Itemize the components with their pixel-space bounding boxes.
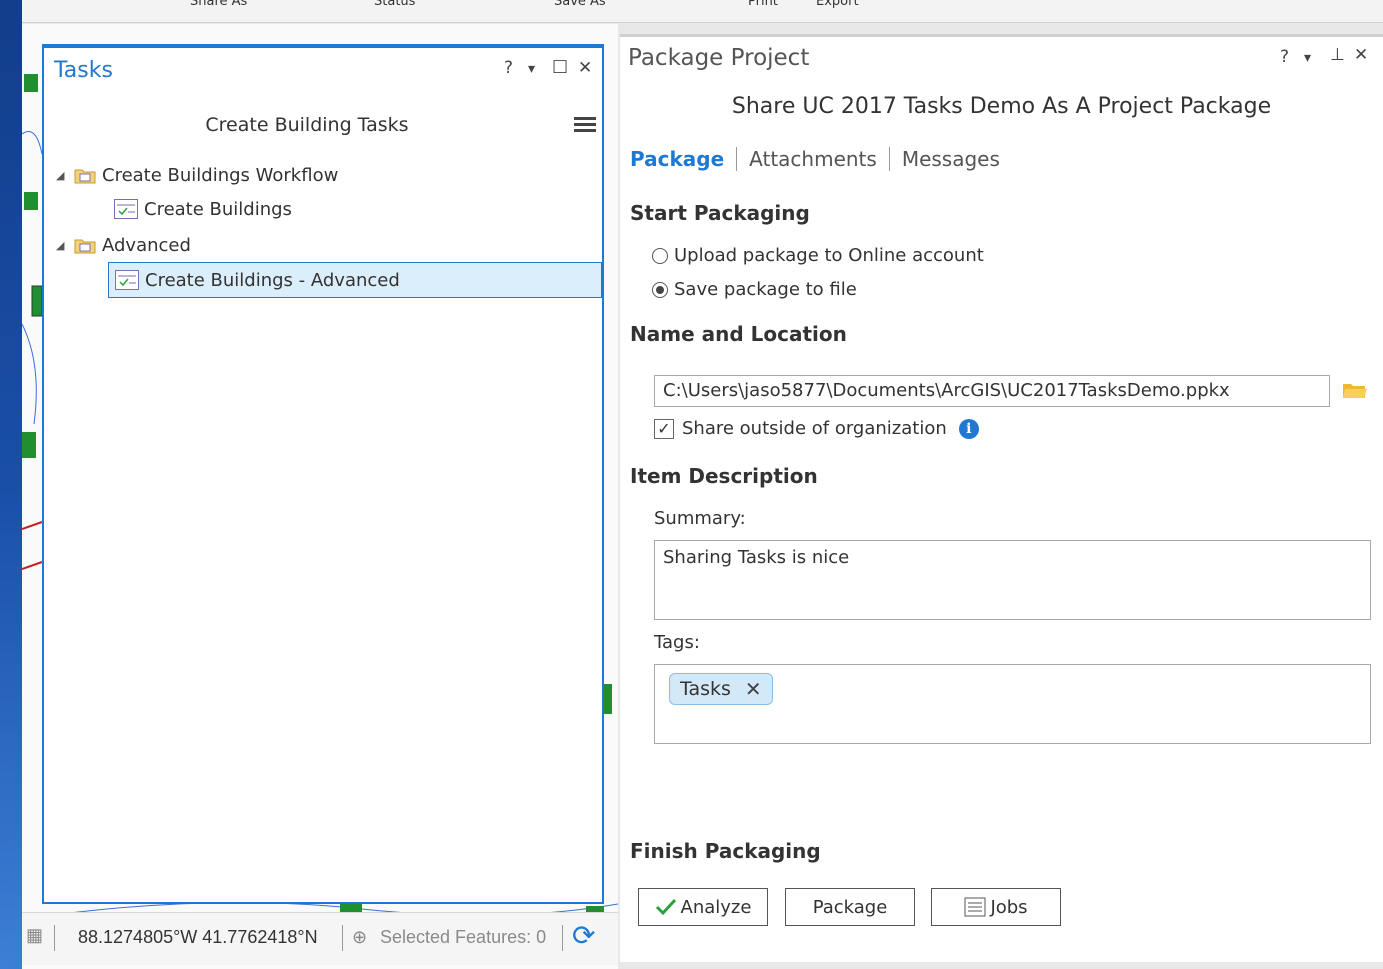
upload-online-option[interactable]: Upload package to Online account [652, 245, 984, 266]
remove-tag-icon[interactable]: ✕ [745, 677, 762, 701]
tags-label: Tags: [654, 632, 700, 653]
save-to-file-option[interactable]: Save package to file [652, 279, 857, 300]
ribbon-print[interactable]: Print [748, 0, 778, 9]
tasks-menu-icon[interactable] [574, 114, 596, 136]
tasks-pane: Tasks ? ▾ □ ✕ Create Building Tasks ◢ Cr… [42, 44, 604, 904]
ribbon-share-as[interactable]: Share As [190, 0, 247, 9]
share-outside-organization[interactable]: ✓ Share outside of organization i [654, 418, 979, 439]
grid-icon[interactable]: ▦ [26, 925, 43, 946]
list-icon [964, 897, 986, 917]
package-subtitle: Share UC 2017 Tasks Demo As A Project Pa… [731, 94, 1272, 119]
summary-textarea[interactable]: Sharing Tasks is nice [654, 540, 1371, 620]
tab-divider [888, 147, 890, 171]
arcgis-pro-window: Share As Status Save As Print Export Tas… [22, 0, 1383, 969]
name-location-heading: Name and Location [630, 322, 847, 346]
checkmark-icon [655, 898, 676, 916]
button-label: Jobs [990, 896, 1028, 918]
jobs-button[interactable]: Jobs [931, 888, 1061, 926]
tasks-pane-title: Tasks [54, 58, 113, 83]
tree-group-create-buildings-workflow[interactable]: ◢ Create Buildings Workflow [56, 160, 338, 190]
analyze-button[interactable]: Analyze [638, 888, 768, 926]
divider [54, 925, 55, 951]
tags-input[interactable]: Tasks ✕ [654, 664, 1371, 744]
package-options-icon[interactable]: ▾ [1304, 50, 1311, 66]
radio-button[interactable] [652, 281, 668, 298]
package-project-pane: Package Project ? ▾ ⊥ ✕ Share UC 2017 Ta… [620, 34, 1383, 962]
tag-label: Tasks [680, 678, 731, 700]
task-icon [115, 270, 139, 290]
radio-label: Save package to file [674, 279, 857, 300]
task-group-folder-icon [74, 166, 96, 184]
checkbox-label: Share outside of organization [682, 418, 947, 439]
summary-label: Summary: [654, 508, 746, 529]
ribbon-status[interactable]: Status [374, 0, 415, 9]
tree-label: Create Buildings - Advanced [145, 269, 400, 291]
browse-folder-icon[interactable] [1342, 381, 1368, 399]
divider [342, 925, 343, 951]
collapse-arrow-icon[interactable]: ◢ [56, 239, 74, 252]
package-pane-title: Package Project [628, 45, 810, 71]
tasks-close-icon[interactable]: ✕ [578, 58, 592, 78]
divider [562, 925, 563, 951]
tree-group-advanced[interactable]: ◢ Advanced [56, 230, 191, 260]
ribbon-export[interactable]: Export [816, 0, 859, 9]
collapse-arrow-icon[interactable]: ◢ [56, 169, 74, 182]
coordinate-readout: 88.1274805°W 41.7762418°N [78, 927, 318, 947]
radio-label: Upload package to Online account [674, 245, 984, 266]
tasks-maximize-icon[interactable]: □ [552, 56, 568, 76]
tasks-help-icon[interactable]: ? [504, 58, 513, 78]
tree-label: Create Buildings [144, 198, 292, 220]
package-tabs: Package Attachments Messages [630, 147, 1000, 171]
tab-package[interactable]: Package [630, 147, 724, 171]
radio-button[interactable] [652, 247, 668, 264]
ribbon: Share As Status Save As Print Export [22, 0, 1383, 23]
tree-task-create-buildings-advanced[interactable]: Create Buildings - Advanced [108, 262, 602, 298]
tab-messages[interactable]: Messages [902, 147, 1000, 171]
tree-label: Advanced [102, 234, 191, 256]
tree-task-create-buildings[interactable]: Create Buildings [114, 194, 292, 224]
package-pin-icon[interactable]: ⊥ [1330, 45, 1345, 65]
package-help-icon[interactable]: ? [1280, 47, 1289, 67]
tasks-heading: Create Building Tasks [205, 114, 409, 136]
refresh-icon[interactable]: ⟳ [572, 919, 595, 952]
map-status-bar: ▦ 88.1274805°W 41.7762418°N ⊕ Selected F… [22, 912, 618, 965]
button-label: Analyze [680, 896, 752, 918]
share-outside-checkbox[interactable]: ✓ [654, 418, 674, 439]
info-icon[interactable]: i [958, 418, 979, 439]
tab-divider [736, 147, 738, 171]
task-icon [114, 199, 138, 219]
tag-chip: Tasks ✕ [669, 673, 773, 705]
item-description-heading: Item Description [630, 464, 818, 488]
task-group-folder-icon [74, 236, 96, 254]
button-label: Package [812, 896, 888, 918]
tab-attachments[interactable]: Attachments [749, 147, 877, 171]
package-close-icon[interactable]: ✕ [1354, 45, 1368, 65]
ribbon-save-as[interactable]: Save As [554, 0, 606, 9]
tree-label: Create Buildings Workflow [102, 164, 339, 186]
start-packaging-heading: Start Packaging [630, 201, 810, 225]
package-path-input[interactable]: C:\Users\jaso5877\Documents\ArcGIS\UC201… [654, 375, 1330, 407]
selected-features-count: Selected Features: 0 [380, 927, 547, 947]
package-button[interactable]: Package [785, 888, 915, 926]
tasks-options-icon[interactable]: ▾ [528, 61, 535, 77]
select-features-icon[interactable]: ⊕ [352, 927, 367, 948]
finish-packaging-heading: Finish Packaging [630, 839, 821, 863]
